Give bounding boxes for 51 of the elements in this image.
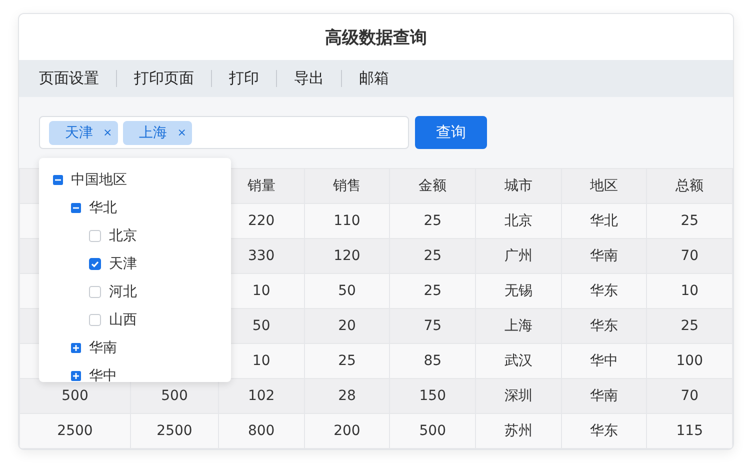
table-cell: 102 [218, 378, 304, 414]
tree-item[interactable]: 天津 [109, 255, 137, 273]
collapse-icon[interactable] [53, 175, 63, 185]
table-cell: 深圳 [475, 378, 562, 414]
table-cell: 70 [646, 378, 732, 414]
collapse-icon[interactable] [71, 203, 81, 213]
table-cell: 广州 [475, 238, 562, 274]
column-header: 地区 [561, 168, 647, 204]
query-button[interactable]: 查询 [415, 116, 487, 149]
column-header: 城市 [475, 168, 562, 204]
toolbar-item[interactable]: 邮箱 [359, 69, 389, 88]
checkbox[interactable] [89, 258, 101, 270]
tree-item[interactable]: 河北 [109, 283, 137, 301]
table-cell: 25 [390, 238, 476, 274]
table-cell: 华南 [561, 378, 647, 414]
table-cell: 500 [390, 414, 476, 448]
table-cell: 800 [218, 414, 304, 448]
tree-item[interactable]: 北京 [109, 227, 137, 245]
toolbar-item[interactable]: 打印页面 [134, 69, 194, 88]
column-header: 销售 [304, 168, 390, 204]
table-cell: 120 [304, 238, 390, 274]
table-cell: 20 [304, 308, 390, 344]
toolbar-item[interactable]: 页面设置 [39, 69, 99, 88]
checkbox[interactable] [89, 230, 101, 242]
tree-item[interactable]: 华南 [89, 339, 117, 357]
table-cell: 500 [20, 378, 130, 414]
table-cell: 苏州 [475, 414, 562, 448]
table-cell: 200 [304, 414, 390, 448]
table-cell: 25 [646, 308, 732, 344]
table-cell: 2500 [20, 414, 130, 448]
checkbox[interactable] [89, 286, 101, 298]
tree-item[interactable]: 山西 [109, 311, 137, 329]
tree-item[interactable]: 华北 [89, 199, 117, 217]
table-cell: 150 [390, 378, 476, 414]
window-title: 高级数据查询 [325, 26, 427, 48]
table-cell: 75 [390, 308, 476, 344]
toolbar-item[interactable]: 导出 [294, 69, 324, 88]
table-cell: 华南 [561, 238, 647, 274]
table-cell: 28 [304, 378, 390, 414]
table-cell: 2500 [130, 414, 218, 448]
table-cell: 华东 [561, 308, 647, 344]
table-cell: 115 [646, 414, 732, 448]
column-header: 金额 [390, 168, 476, 204]
column-header: 总额 [646, 168, 732, 204]
table-cell: 70 [646, 238, 732, 274]
expand-icon[interactable] [71, 343, 81, 353]
toolbar-item[interactable]: 打印 [229, 69, 259, 88]
table-cell: 上海 [475, 308, 562, 344]
checkbox[interactable] [89, 314, 101, 326]
table-cell: 华东 [561, 414, 647, 448]
expand-icon[interactable] [71, 371, 81, 381]
